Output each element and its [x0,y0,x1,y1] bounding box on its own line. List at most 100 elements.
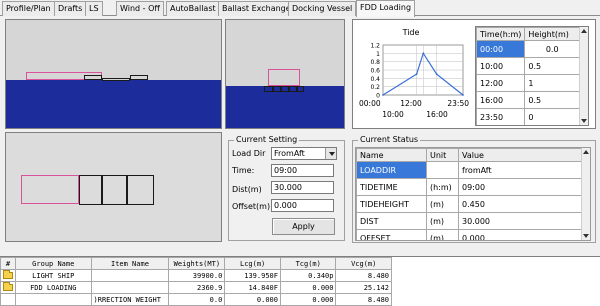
apply-button[interactable]: Apply [272,218,335,235]
current-status-group: Current Status Name Unit Value LOADDIR f… [352,140,596,243]
weights-col-vcg[interactable]: Vcg(m) [336,258,392,270]
status-value-cell[interactable]: 0.450 [459,196,582,213]
plan-view [5,132,222,242]
status-name-cell[interactable]: DIST [357,213,427,230]
weights-tcg-cell[interactable]: 0.000 [280,282,336,294]
status-unit-cell[interactable]: (m) [427,213,459,230]
status-row[interactable]: TIDEHEIGHT (m) 0.450 [357,196,582,213]
weights-lcg-cell[interactable]: 14.840F [225,282,281,294]
weights-row[interactable]: )RRECTION WEIGHT 0.0 0.000 0.000 8.480 [1,294,392,306]
status-value-cell[interactable]: 09:00 [459,179,582,196]
tide-time-cell[interactable]: 00:00 [477,41,525,58]
tab-ls[interactable]: LS [85,1,103,16]
status-unit-cell[interactable]: (h:m) [427,179,459,196]
status-col-name[interactable]: Name [357,149,427,162]
weights-col-item[interactable]: Item Name [91,258,169,270]
time-input[interactable]: 09:00 [271,164,334,177]
dist-input[interactable]: 30.000 [271,181,334,194]
folder-icon[interactable] [3,272,13,279]
tide-time-cell[interactable]: 23:50 [477,109,525,126]
scroll-down-icon[interactable] [583,234,589,238]
folder-icon[interactable] [3,284,13,291]
offset-input[interactable]: 0.000 [271,199,334,212]
profile-vessel-stern [130,75,148,80]
scroll-up-icon[interactable] [583,150,589,154]
weights-row[interactable]: FDD LOADING 2360.9 14.840F 0.000 25.142 [1,282,392,294]
status-unit-cell[interactable]: (m) [427,230,459,242]
status-name-cell[interactable]: TIDEHEIGHT [357,196,427,213]
tide-table: Time(h:m) Height(m) 00:00 0.0 10:00 0.5 … [476,27,580,126]
weights-tcg-cell[interactable]: 0.000 [280,294,336,306]
tide-row[interactable]: 00:00 0.0 [477,41,580,58]
y-tick-label: 0.8 [370,59,380,66]
weights-item-cell[interactable] [91,282,169,294]
tide-row[interactable]: 16:00 0.5 [477,92,580,109]
status-value-cell[interactable]: fromAft [459,162,582,179]
status-name-cell[interactable]: LOADDIR [357,162,427,179]
tide-time-cell[interactable]: 10:00 [477,58,525,75]
weights-lcg-cell[interactable]: 0.000 [225,294,281,306]
current-status-title: Current Status [358,135,420,144]
tide-height-cell[interactable]: 0.5 [525,58,580,75]
tab-drafts[interactable]: Drafts [54,1,86,16]
weights-lcg-cell[interactable]: 139.950F [225,270,281,282]
status-col-unit[interactable]: Unit [427,149,459,162]
status-row[interactable]: LOADDIR fromAft [357,162,582,179]
x-tick-top-1: 12:00 [400,99,422,108]
tide-time-cell[interactable]: 16:00 [477,92,525,109]
weights-group-cell[interactable] [16,294,92,306]
weights-vcg-cell[interactable]: 25.142 [336,282,392,294]
weights-vcg-cell[interactable]: 8.480 [336,270,392,282]
weights-weight-cell[interactable]: 0.0 [169,294,225,306]
weights-weight-cell[interactable]: 39900.0 [169,270,225,282]
x-tick-bottom-0: 10:00 [382,110,404,119]
tide-data-point [422,52,424,54]
tide-height-cell[interactable]: 0 [525,109,580,126]
tide-row[interactable]: 10:00 0.5 [477,58,580,75]
weights-col-lcg[interactable]: Lcg(m) [225,258,281,270]
weights-col-index[interactable]: # [1,258,16,270]
status-name-cell[interactable]: TIDETIME [357,179,427,196]
tide-height-cell[interactable]: 0.0 [525,41,580,58]
tide-row[interactable]: 12:00 1 [477,75,580,92]
tab-wind-off[interactable]: Wind - Off [116,1,164,16]
status-table-scrollbar[interactable] [581,148,590,240]
tide-row[interactable]: 23:50 0 [477,109,580,126]
tide-height-cell[interactable]: 1 [525,75,580,92]
load-dir-select[interactable]: FromAft [271,147,337,160]
chevron-down-icon[interactable] [325,148,336,159]
status-col-value[interactable]: Value [459,149,582,162]
scroll-down-icon[interactable] [581,119,587,123]
weights-col-group[interactable]: Group Name [16,258,92,270]
weights-row[interactable]: LIGHT SHIP 39900.0 139.950F 0.340p 8.480 [1,270,392,282]
weights-col-tcg[interactable]: Tcg(m) [280,258,336,270]
status-name-cell[interactable]: OFFSET [357,230,427,242]
weights-item-cell[interactable]: )RRECTION WEIGHT [91,294,169,306]
weights-weight-cell[interactable]: 2360.9 [169,282,225,294]
tab-fdd-loading[interactable]: FDD Loading [356,0,415,17]
tide-col-time[interactable]: Time(h:m) [477,28,525,41]
tab-autoballast[interactable]: AutoBallast [166,1,220,16]
tide-col-height[interactable]: Height(m) [525,28,580,41]
weights-item-cell[interactable] [91,270,169,282]
status-unit-cell[interactable]: (m) [427,196,459,213]
status-unit-cell[interactable] [427,162,459,179]
weights-tcg-cell[interactable]: 0.340p [280,270,336,282]
weights-group-cell[interactable]: LIGHT SHIP [16,270,92,282]
status-row[interactable]: TIDETIME (h:m) 09:00 [357,179,582,196]
scroll-up-icon[interactable] [581,29,587,33]
status-value-cell[interactable]: 30.000 [459,213,582,230]
tab-profile-plan[interactable]: Profile/Plan [2,1,55,16]
profile-vessel-bow [84,75,102,80]
status-value-cell[interactable]: 0.000 [459,230,582,242]
weights-vcg-cell[interactable]: 8.480 [336,294,392,306]
status-row[interactable]: OFFSET (m) 0.000 [357,230,582,242]
tab-ballast-exchange[interactable]: Ballast Exchange [218,1,295,16]
tide-time-cell[interactable]: 12:00 [477,75,525,92]
status-row[interactable]: DIST (m) 30.000 [357,213,582,230]
tide-table-scrollbar[interactable] [579,27,588,125]
tide-height-cell[interactable]: 0.5 [525,92,580,109]
weights-col-weight[interactable]: Weights(MT) [169,258,225,270]
tab-docking-vessel[interactable]: Docking Vessel [288,1,356,16]
weights-group-cell[interactable]: FDD LOADING [16,282,92,294]
